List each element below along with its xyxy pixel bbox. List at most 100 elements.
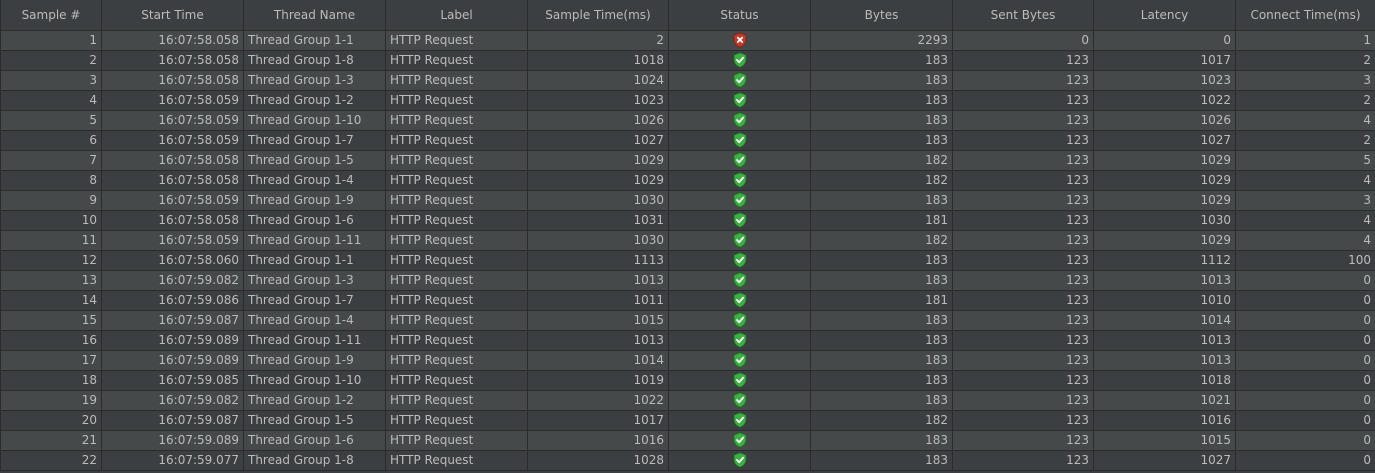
cell-bytes[interactable]: 181 — [810, 289, 953, 311]
cell-bytes[interactable]: 183 — [810, 49, 953, 71]
cell-bytes[interactable]: 183 — [810, 109, 953, 131]
cell-sent-bytes[interactable]: 123 — [952, 449, 1094, 471]
table-row[interactable]: 19 16:07:59.082 Thread Group 1-2 HTTP Reque… — [0, 389, 1375, 411]
column-header-status[interactable]: Status — [668, 0, 811, 31]
cell-latency[interactable]: 1021 — [1093, 389, 1236, 411]
cell-sample-time[interactable]: 1019 — [527, 369, 669, 391]
cell-label[interactable]: HTTP Request — [385, 149, 528, 171]
cell-sent-bytes[interactable]: 123 — [952, 69, 1094, 91]
cell-sample-time[interactable]: 1018 — [527, 49, 669, 71]
cell-bytes[interactable]: 183 — [810, 269, 953, 291]
table-row[interactable]: 11 16:07:58.059 Thread Group 1-11 HTTP Requ… — [0, 229, 1375, 251]
cell-label[interactable]: HTTP Request — [385, 69, 528, 91]
cell-thread-name[interactable]: Thread Group 1-8 — [243, 449, 386, 471]
cell-sample-time[interactable]: 1011 — [527, 289, 669, 311]
cell-start-time[interactable]: 16:07:58.058 — [101, 169, 244, 191]
cell-start-time[interactable]: 16:07:59.086 — [101, 289, 244, 311]
cell-label[interactable]: HTTP Request — [385, 89, 528, 111]
cell-sent-bytes[interactable]: 123 — [952, 89, 1094, 111]
cell-status[interactable] — [668, 409, 811, 431]
cell-connect-time[interactable]: 3 — [1235, 69, 1375, 91]
cell-start-time[interactable]: 16:07:58.058 — [101, 149, 244, 171]
cell-start-time[interactable]: 16:07:59.085 — [101, 369, 244, 391]
cell-connect-time[interactable]: 2 — [1235, 129, 1375, 151]
cell-status[interactable] — [668, 49, 811, 71]
cell-label[interactable]: HTTP Request — [385, 329, 528, 351]
cell-label[interactable]: HTTP Request — [385, 249, 528, 271]
cell-sent-bytes[interactable]: 123 — [952, 269, 1094, 291]
cell-status[interactable] — [668, 329, 811, 351]
cell-sample-number[interactable]: 16 — [0, 329, 102, 351]
cell-latency[interactable]: 1027 — [1093, 449, 1236, 471]
cell-status[interactable] — [668, 369, 811, 391]
cell-sample-time[interactable]: 1027 — [527, 129, 669, 151]
cell-thread-name[interactable]: Thread Group 1-9 — [243, 189, 386, 211]
cell-bytes[interactable]: 182 — [810, 149, 953, 171]
column-header-connect-time[interactable]: Connect Time(ms) — [1235, 0, 1375, 31]
cell-status[interactable] — [668, 429, 811, 451]
cell-bytes[interactable]: 183 — [810, 69, 953, 91]
column-header-bytes[interactable]: Bytes — [810, 0, 953, 31]
table-row[interactable]: 21 16:07:59.089 Thread Group 1-6 HTTP Reque… — [0, 429, 1375, 451]
cell-status[interactable] — [668, 249, 811, 271]
cell-status[interactable] — [668, 129, 811, 151]
cell-label[interactable]: HTTP Request — [385, 189, 528, 211]
cell-latency[interactable]: 1029 — [1093, 169, 1236, 191]
cell-latency[interactable]: 1029 — [1093, 149, 1236, 171]
cell-label[interactable]: HTTP Request — [385, 409, 528, 431]
cell-thread-name[interactable]: Thread Group 1-9 — [243, 349, 386, 371]
cell-sent-bytes[interactable]: 123 — [952, 189, 1094, 211]
table-row[interactable]: 1 16:07:58.058 Thread Group 1-1 HTTP Reques… — [0, 29, 1375, 51]
cell-latency[interactable]: 1026 — [1093, 109, 1236, 131]
cell-latency[interactable]: 1018 — [1093, 369, 1236, 391]
cell-latency[interactable]: 1030 — [1093, 209, 1236, 231]
cell-bytes[interactable]: 183 — [810, 189, 953, 211]
cell-connect-time[interactable]: 5 — [1235, 149, 1375, 171]
cell-sample-number[interactable]: 12 — [0, 249, 102, 271]
cell-label[interactable]: HTTP Request — [385, 429, 528, 451]
cell-start-time[interactable]: 16:07:59.089 — [101, 349, 244, 371]
table-row[interactable]: 12 16:07:58.060 Thread Group 1-1 HTTP Reque… — [0, 249, 1375, 271]
cell-sample-number[interactable]: 17 — [0, 349, 102, 371]
cell-label[interactable]: HTTP Request — [385, 49, 528, 71]
cell-label[interactable]: HTTP Request — [385, 449, 528, 471]
cell-sent-bytes[interactable]: 123 — [952, 229, 1094, 251]
cell-thread-name[interactable]: Thread Group 1-1 — [243, 29, 386, 51]
column-header-latency[interactable]: Latency — [1093, 0, 1236, 31]
cell-label[interactable]: HTTP Request — [385, 169, 528, 191]
cell-connect-time[interactable]: 2 — [1235, 49, 1375, 71]
cell-sample-time[interactable]: 1022 — [527, 389, 669, 411]
cell-start-time[interactable]: 16:07:58.059 — [101, 189, 244, 211]
cell-label[interactable]: HTTP Request — [385, 209, 528, 231]
cell-bytes[interactable]: 183 — [810, 449, 953, 471]
cell-start-time[interactable]: 16:07:58.058 — [101, 49, 244, 71]
cell-label[interactable]: HTTP Request — [385, 269, 528, 291]
cell-bytes[interactable]: 182 — [810, 229, 953, 251]
cell-sample-number[interactable]: 20 — [0, 409, 102, 431]
cell-status[interactable] — [668, 289, 811, 311]
cell-thread-name[interactable]: Thread Group 1-8 — [243, 49, 386, 71]
cell-thread-name[interactable]: Thread Group 1-10 — [243, 109, 386, 131]
cell-label[interactable]: HTTP Request — [385, 309, 528, 331]
cell-sample-time[interactable]: 2 — [527, 29, 669, 51]
cell-status[interactable] — [668, 149, 811, 171]
cell-latency[interactable]: 1017 — [1093, 49, 1236, 71]
cell-status[interactable] — [668, 29, 811, 51]
cell-connect-time[interactable]: 100 — [1235, 249, 1375, 271]
cell-connect-time[interactable]: 2 — [1235, 89, 1375, 111]
cell-thread-name[interactable]: Thread Group 1-10 — [243, 369, 386, 391]
cell-start-time[interactable]: 16:07:59.089 — [101, 329, 244, 351]
cell-thread-name[interactable]: Thread Group 1-2 — [243, 389, 386, 411]
cell-latency[interactable]: 1014 — [1093, 309, 1236, 331]
cell-start-time[interactable]: 16:07:58.059 — [101, 109, 244, 131]
cell-sample-number[interactable]: 1 — [0, 29, 102, 51]
cell-start-time[interactable]: 16:07:58.058 — [101, 69, 244, 91]
cell-bytes[interactable]: 183 — [810, 249, 953, 271]
cell-sample-time[interactable]: 1028 — [527, 449, 669, 471]
cell-sent-bytes[interactable]: 123 — [952, 249, 1094, 271]
cell-sample-number[interactable]: 18 — [0, 369, 102, 391]
cell-connect-time[interactable]: 0 — [1235, 309, 1375, 331]
cell-bytes[interactable]: 182 — [810, 409, 953, 431]
column-header-start-time[interactable]: Start Time — [101, 0, 244, 31]
cell-sample-time[interactable]: 1030 — [527, 189, 669, 211]
